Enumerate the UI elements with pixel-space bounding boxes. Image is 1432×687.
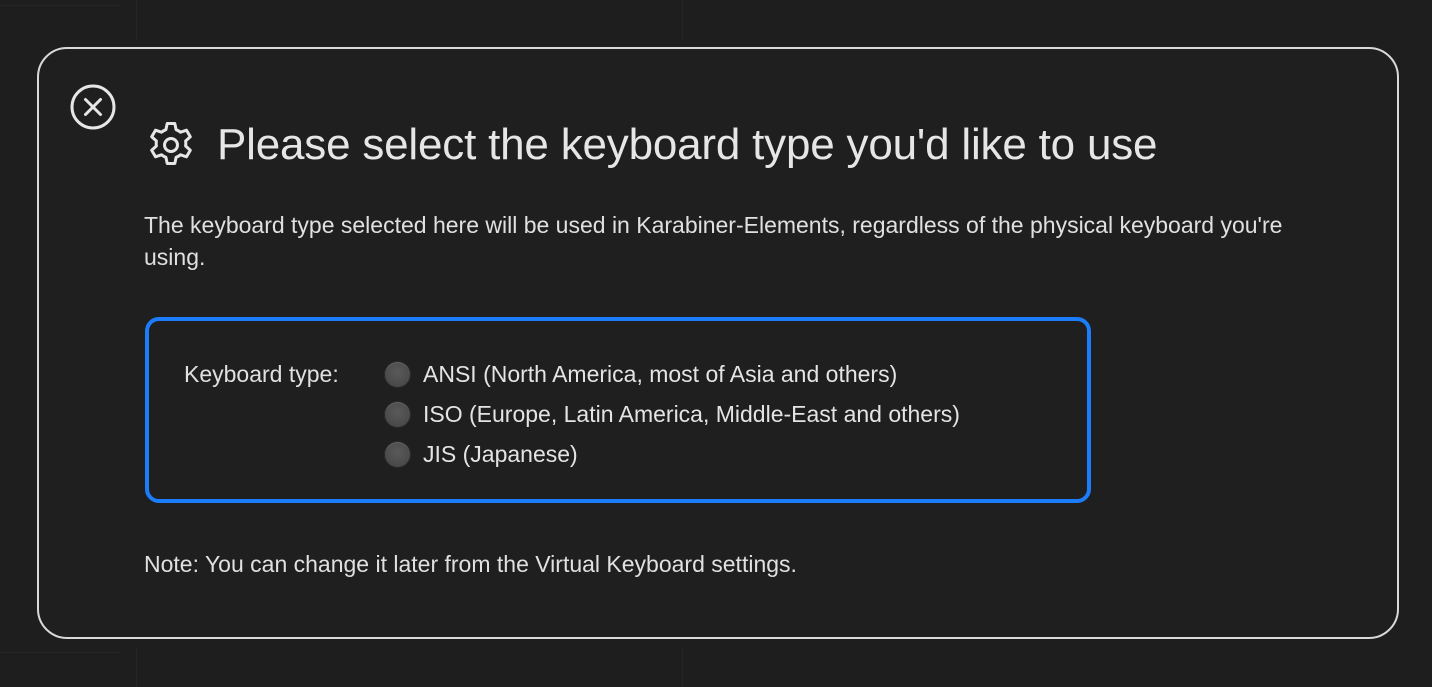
background-divider	[136, 0, 137, 40]
background-divider	[136, 648, 137, 687]
radio-button-iso[interactable]	[385, 401, 410, 427]
radio-option-jis[interactable]: JIS (Japanese)	[385, 439, 960, 469]
keyboard-type-label: Keyboard type:	[184, 361, 339, 387]
keyboard-type-radio-group: ANSI (North America, most of Asia and ot…	[385, 359, 960, 479]
close-button[interactable]	[70, 84, 116, 130]
radio-label-iso[interactable]: ISO (Europe, Latin America, Middle-East …	[423, 401, 960, 428]
radio-button-jis[interactable]	[385, 441, 410, 467]
close-circle-icon	[70, 84, 116, 130]
background-divider	[682, 0, 683, 40]
dialog-description: The keyboard type selected here will be …	[144, 212, 1283, 270]
dialog-header: Please select the keyboard type you'd li…	[145, 115, 1157, 175]
radio-label-ansi[interactable]: ANSI (North America, most of Asia and ot…	[423, 361, 897, 388]
background-divider	[0, 652, 120, 653]
gear-icon	[145, 119, 197, 171]
radio-label-jis[interactable]: JIS (Japanese)	[423, 441, 578, 468]
dialog-note: Note: You can change it later from the V…	[144, 551, 797, 577]
dialog-title: Please select the keyboard type you'd li…	[217, 120, 1158, 169]
radio-button-ansi[interactable]	[385, 361, 410, 387]
background-divider	[682, 648, 683, 687]
radio-option-iso[interactable]: ISO (Europe, Latin America, Middle-East …	[385, 399, 960, 429]
keyboard-type-dialog: Please select the keyboard type you'd li…	[37, 47, 1399, 639]
keyboard-type-group: Keyboard type: ANSI (North America, most…	[145, 317, 1091, 503]
background-divider	[0, 5, 120, 6]
radio-option-ansi[interactable]: ANSI (North America, most of Asia and ot…	[385, 359, 960, 389]
